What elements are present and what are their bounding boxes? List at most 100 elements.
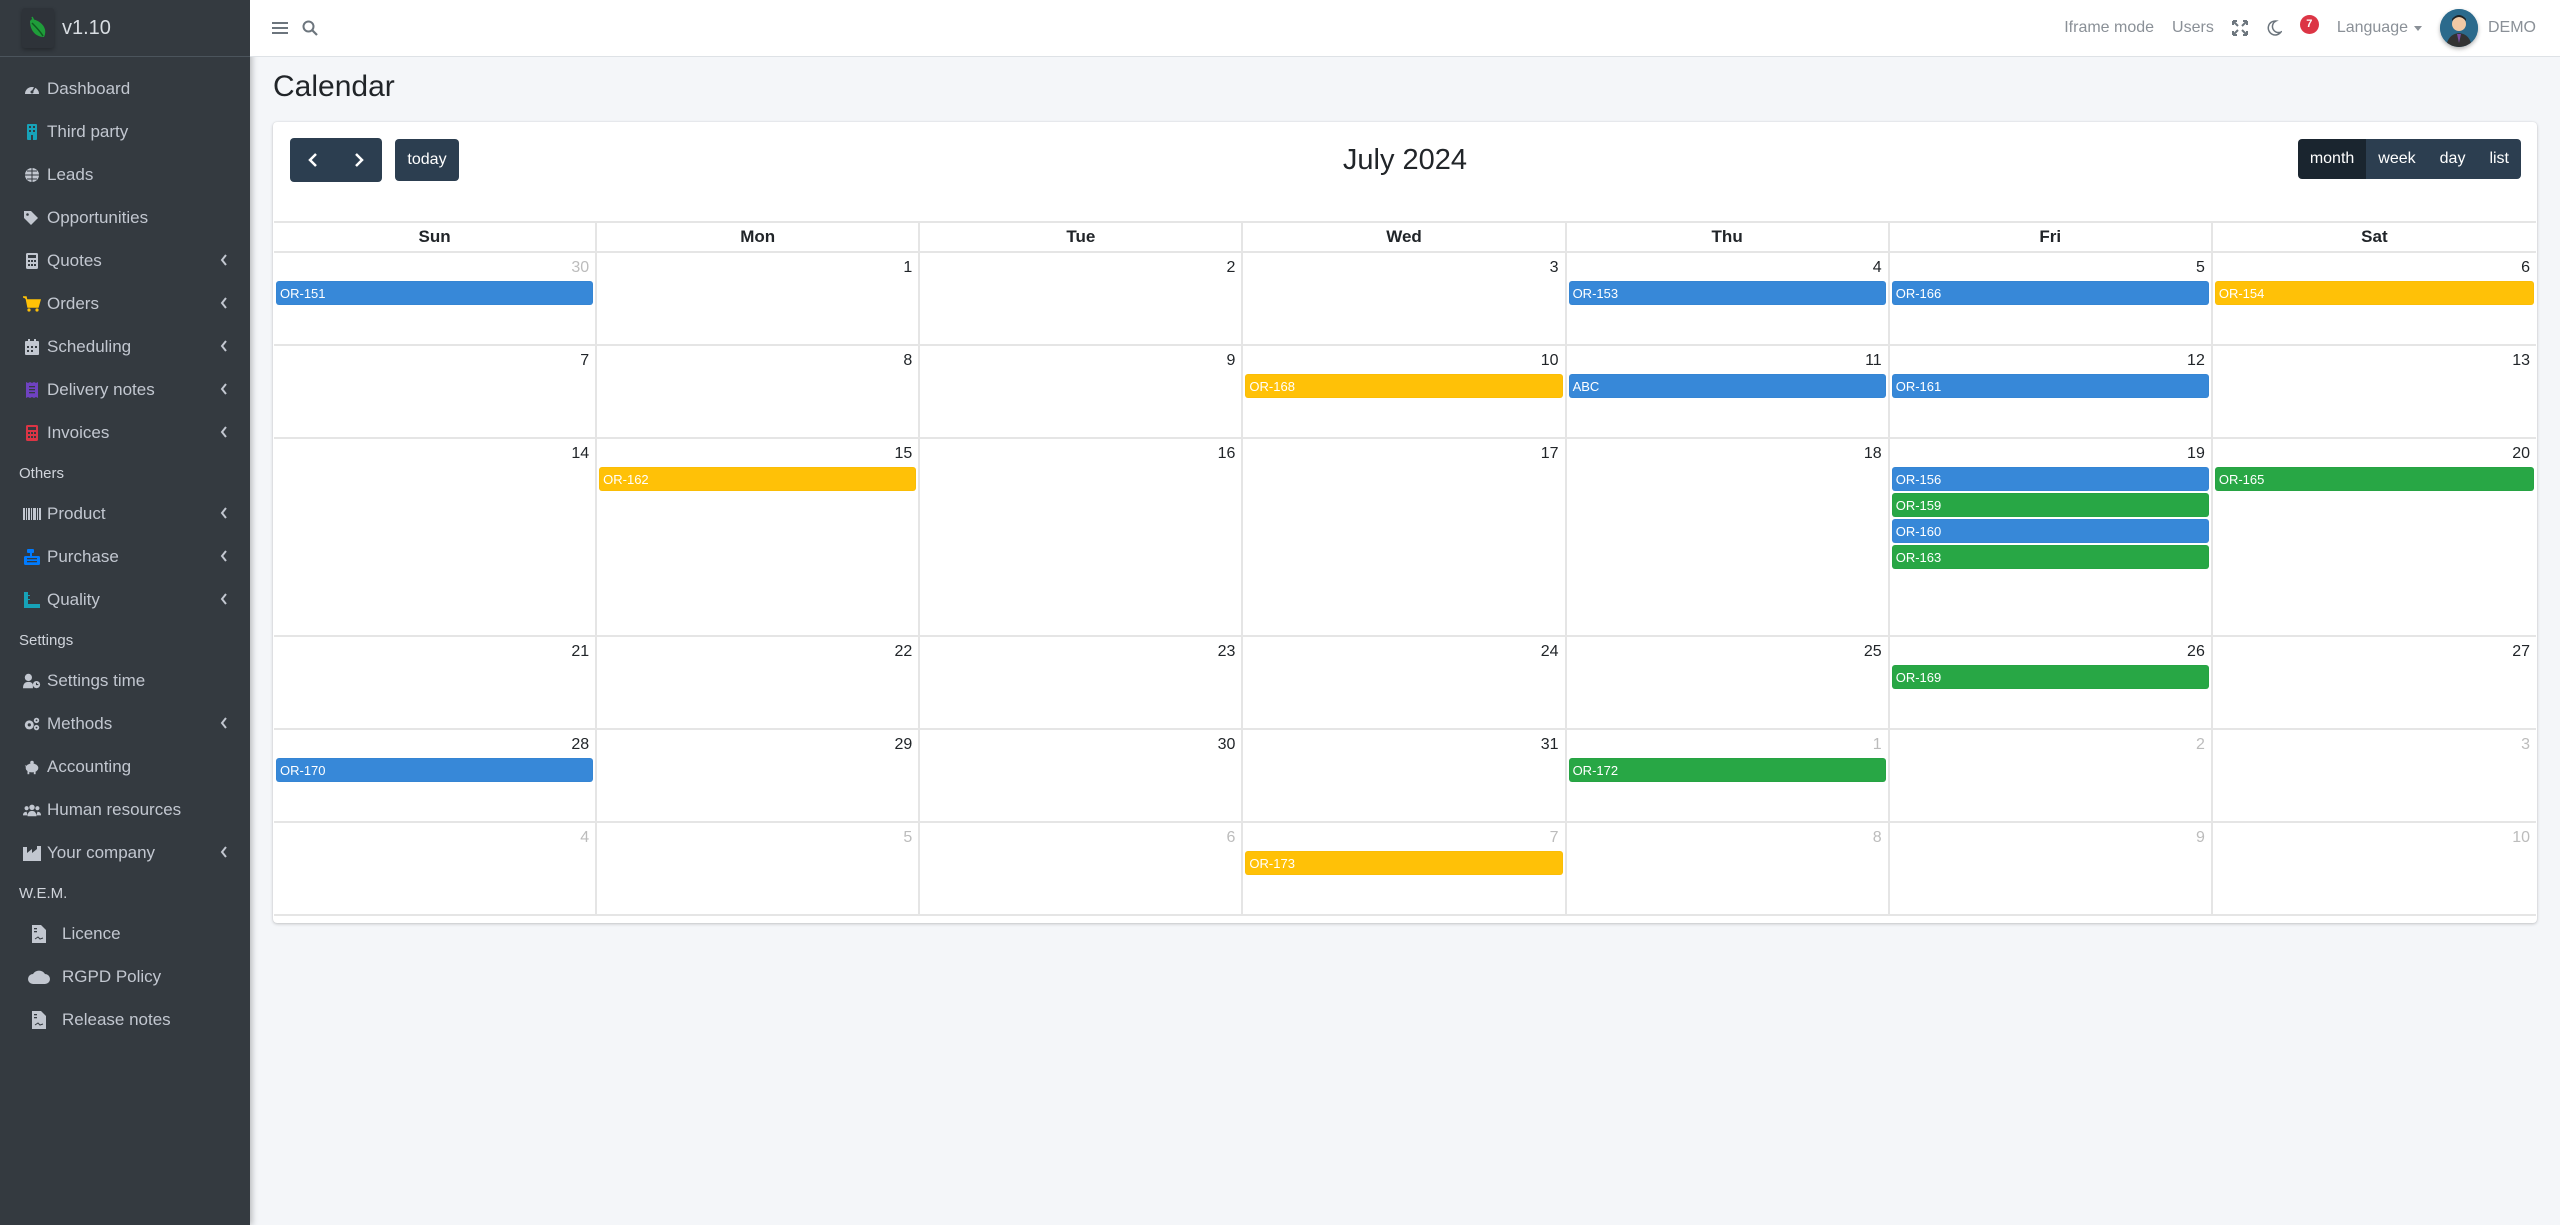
day-number[interactable]: 3 <box>1245 257 1562 279</box>
day-cell[interactable]: 4 OR-153 <box>1567 253 1890 344</box>
calendar-event[interactable]: OR-173 <box>1245 851 1563 875</box>
day-cell[interactable]: 10 <box>2213 823 2536 914</box>
day-number[interactable]: 30 <box>276 257 593 279</box>
day-number[interactable]: 29 <box>599 734 916 756</box>
day-cell[interactable]: 9 <box>920 346 1244 437</box>
day-cell[interactable]: 9 <box>1890 823 2213 914</box>
day-number[interactable]: 15 <box>599 443 916 465</box>
calendar-event[interactable]: OR-159 <box>1891 493 2209 517</box>
day-cell[interactable]: 16 <box>920 439 1244 635</box>
sidebar-item-third-party[interactable]: Third party <box>0 110 250 153</box>
sidebar-item-your-company[interactable]: Your company <box>0 831 250 874</box>
day-cell[interactable]: 15 OR-162 <box>597 439 921 635</box>
day-number[interactable]: 5 <box>1892 257 2209 279</box>
day-cell[interactable]: 1 OR-172 <box>1567 730 1890 821</box>
sidebar-item-accounting[interactable]: Accounting <box>0 745 250 788</box>
calendar-event[interactable]: OR-151 <box>276 281 594 305</box>
view-month-button[interactable]: month <box>2297 139 2367 179</box>
day-cell[interactable]: 4 <box>274 823 598 914</box>
sidebar-item-licence[interactable]: Licence <box>0 912 250 955</box>
sidebar-item-scheduling[interactable]: Scheduling <box>0 325 250 368</box>
calendar-event[interactable]: OR-166 <box>1891 281 2209 305</box>
day-cell[interactable]: 18 <box>1567 439 1890 635</box>
day-cell[interactable]: 24 <box>1243 637 1567 728</box>
day-cell[interactable]: 30 OR-151 <box>274 253 598 344</box>
sidebar-item-human-resources[interactable]: Human resources <box>0 788 250 831</box>
view-day-button[interactable]: day <box>2427 139 2478 179</box>
day-cell[interactable]: 17 <box>1243 439 1567 635</box>
sidebar-item-settings-time[interactable]: Settings time <box>0 659 250 702</box>
day-cell[interactable]: 22 <box>597 637 921 728</box>
day-cell[interactable]: 12 OR-161 <box>1890 346 2213 437</box>
day-cell[interactable]: 8 <box>597 346 921 437</box>
calendar-event[interactable]: OR-169 <box>1891 665 2209 689</box>
search-icon[interactable] <box>302 20 318 36</box>
day-cell[interactable]: 8 <box>1567 823 1890 914</box>
sidebar-item-delivery-notes[interactable]: Delivery notes <box>0 368 250 411</box>
day-number[interactable]: 2 <box>1892 734 2209 756</box>
day-number[interactable]: 30 <box>922 734 1239 756</box>
users-link[interactable]: Users <box>2172 19 2214 37</box>
day-number[interactable]: 25 <box>1569 641 1886 663</box>
day-number[interactable]: 18 <box>1569 443 1886 465</box>
day-number[interactable]: 9 <box>1892 827 2209 849</box>
calendar-event[interactable]: OR-153 <box>1568 281 1886 305</box>
day-cell[interactable]: 23 <box>920 637 1244 728</box>
day-cell[interactable]: 7 OR-173 <box>1243 823 1567 914</box>
iframe-mode-link[interactable]: Iframe mode <box>2064 19 2154 37</box>
day-number[interactable]: 7 <box>1245 827 1562 849</box>
hamburger-menu-icon[interactable] <box>272 21 288 35</box>
day-number[interactable]: 24 <box>1245 641 1562 663</box>
sidebar-item-product[interactable]: Product <box>0 492 250 535</box>
day-number[interactable]: 2 <box>922 257 1239 279</box>
day-number[interactable]: 22 <box>599 641 916 663</box>
day-number[interactable]: 31 <box>1245 734 1562 756</box>
day-number[interactable]: 11 <box>1569 350 1886 372</box>
day-cell[interactable]: 1 <box>597 253 921 344</box>
sidebar-item-methods[interactable]: Methods <box>0 702 250 745</box>
day-cell[interactable]: 10 OR-168 <box>1243 346 1567 437</box>
sidebar-item-dashboard[interactable]: Dashboard <box>0 67 250 110</box>
day-cell[interactable]: 2 <box>1890 730 2213 821</box>
day-number[interactable]: 8 <box>1569 827 1886 849</box>
brand[interactable]: v1.10 <box>0 0 250 57</box>
day-cell[interactable]: 2 <box>920 253 1244 344</box>
day-cell[interactable]: 20 OR-165 <box>2213 439 2536 635</box>
day-number[interactable]: 10 <box>2215 827 2534 849</box>
day-cell[interactable]: 3 <box>2213 730 2536 821</box>
day-number[interactable]: 9 <box>922 350 1239 372</box>
calendar-event[interactable]: OR-163 <box>1891 545 2209 569</box>
sidebar-item-orders[interactable]: Orders <box>0 282 250 325</box>
day-number[interactable]: 16 <box>922 443 1239 465</box>
day-cell[interactable]: 13 <box>2213 346 2536 437</box>
day-cell[interactable]: 6 <box>920 823 1244 914</box>
calendar-event[interactable]: OR-162 <box>599 467 917 491</box>
day-cell[interactable]: 25 <box>1567 637 1890 728</box>
calendar-event[interactable]: OR-165 <box>2214 467 2534 491</box>
day-number[interactable]: 4 <box>276 827 593 849</box>
calendar-event[interactable]: OR-161 <box>1891 374 2209 398</box>
day-number[interactable]: 19 <box>1892 443 2209 465</box>
day-number[interactable]: 10 <box>1245 350 1562 372</box>
sidebar-item-release-notes[interactable]: Release notes <box>0 998 250 1041</box>
calendar-event[interactable]: OR-160 <box>1891 519 2209 543</box>
day-cell[interactable]: 28 OR-170 <box>274 730 598 821</box>
dark-mode-moon-icon[interactable] <box>2266 20 2282 36</box>
sidebar-item-quotes[interactable]: Quotes <box>0 239 250 282</box>
day-cell[interactable]: 29 <box>597 730 921 821</box>
day-number[interactable]: 17 <box>1245 443 1562 465</box>
calendar-event[interactable]: OR-154 <box>2214 281 2534 305</box>
calendar-event[interactable]: ABC <box>1568 374 1886 398</box>
language-dropdown[interactable]: Language <box>2337 19 2422 37</box>
sidebar-item-quality[interactable]: Quality <box>0 578 250 621</box>
day-number[interactable]: 5 <box>599 827 916 849</box>
sidebar-item-leads[interactable]: Leads <box>0 153 250 196</box>
day-cell[interactable]: 30 <box>920 730 1244 821</box>
calendar-event[interactable]: OR-168 <box>1245 374 1563 398</box>
day-number[interactable]: 1 <box>1569 734 1886 756</box>
view-list-button[interactable]: list <box>2477 139 2521 179</box>
day-number[interactable]: 26 <box>1892 641 2209 663</box>
day-number[interactable]: 23 <box>922 641 1239 663</box>
day-number[interactable]: 13 <box>2215 350 2534 372</box>
day-number[interactable]: 8 <box>599 350 916 372</box>
